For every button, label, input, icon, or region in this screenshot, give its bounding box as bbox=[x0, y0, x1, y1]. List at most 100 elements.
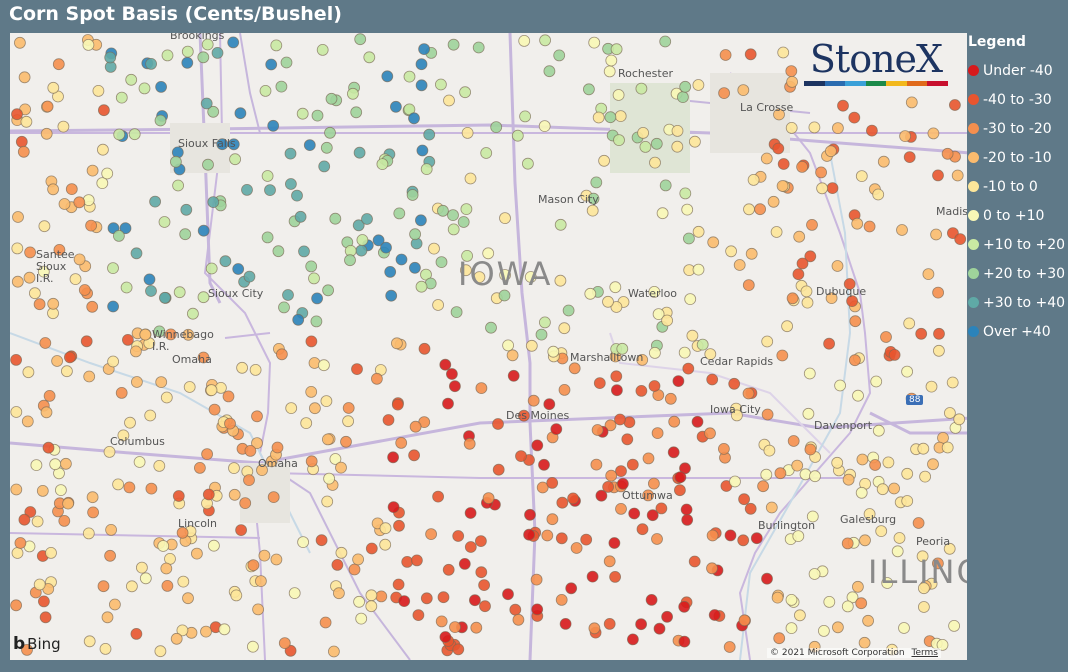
basis-point[interactable] bbox=[138, 82, 151, 95]
basis-point[interactable] bbox=[219, 255, 232, 268]
basis-point[interactable] bbox=[866, 124, 878, 137]
basis-point[interactable] bbox=[598, 154, 610, 167]
basis-point[interactable] bbox=[47, 297, 60, 310]
basis-point[interactable] bbox=[410, 554, 423, 567]
basis-point[interactable] bbox=[24, 246, 37, 259]
basis-point[interactable] bbox=[11, 275, 24, 288]
basis-point[interactable] bbox=[200, 97, 213, 110]
basis-point[interactable] bbox=[393, 207, 406, 220]
basis-point[interactable] bbox=[863, 220, 876, 233]
basis-point[interactable] bbox=[172, 179, 185, 192]
basis-point[interactable] bbox=[82, 527, 95, 540]
basis-point[interactable] bbox=[519, 110, 531, 123]
basis-point[interactable] bbox=[688, 555, 701, 568]
basis-point[interactable] bbox=[280, 56, 293, 69]
basis-point[interactable] bbox=[442, 397, 454, 410]
basis-point[interactable] bbox=[18, 71, 31, 84]
basis-point[interactable] bbox=[678, 635, 691, 648]
basis-point[interactable] bbox=[502, 588, 514, 601]
basis-point[interactable] bbox=[202, 488, 215, 501]
basis-point[interactable] bbox=[539, 316, 551, 329]
basis-point[interactable] bbox=[706, 373, 719, 386]
basis-point[interactable] bbox=[428, 242, 440, 255]
basis-point[interactable] bbox=[391, 398, 404, 411]
basis-point[interactable] bbox=[115, 386, 128, 399]
basis-point[interactable] bbox=[272, 245, 285, 258]
basis-point[interactable] bbox=[83, 635, 96, 648]
basis-point[interactable] bbox=[474, 535, 487, 548]
basis-point[interactable] bbox=[523, 528, 535, 541]
basis-point[interactable] bbox=[786, 292, 799, 305]
basis-point[interactable] bbox=[31, 515, 44, 528]
basis-point[interactable] bbox=[331, 559, 344, 571]
basis-point[interactable] bbox=[470, 621, 483, 634]
legend-item[interactable]: Under -40 bbox=[968, 56, 1068, 85]
basis-point[interactable] bbox=[222, 390, 235, 403]
basis-point[interactable] bbox=[809, 470, 821, 483]
basis-point[interactable] bbox=[898, 622, 910, 634]
basis-point[interactable] bbox=[933, 344, 945, 357]
basis-point[interactable] bbox=[133, 456, 146, 468]
basis-point[interactable] bbox=[677, 91, 689, 103]
basis-point[interactable] bbox=[261, 231, 274, 244]
basis-point[interactable] bbox=[932, 286, 944, 299]
basis-point[interactable] bbox=[107, 262, 119, 275]
basis-point[interactable] bbox=[447, 38, 460, 51]
basis-point[interactable] bbox=[479, 600, 491, 613]
basis-point[interactable] bbox=[485, 321, 497, 334]
basis-point[interactable] bbox=[265, 58, 278, 71]
basis-point[interactable] bbox=[365, 600, 378, 613]
basis-point[interactable] bbox=[567, 492, 579, 505]
basis-point[interactable] bbox=[155, 376, 168, 389]
basis-point[interactable] bbox=[796, 257, 809, 270]
basis-point[interactable] bbox=[130, 247, 143, 260]
basis-point[interactable] bbox=[202, 158, 214, 171]
basis-point[interactable] bbox=[686, 329, 699, 342]
basis-point[interactable] bbox=[672, 375, 685, 388]
basis-point[interactable] bbox=[409, 228, 422, 241]
basis-point[interactable] bbox=[832, 122, 844, 134]
basis-point[interactable] bbox=[754, 203, 766, 216]
basis-point[interactable] bbox=[158, 291, 171, 304]
basis-point[interactable] bbox=[728, 377, 741, 390]
basis-point[interactable] bbox=[120, 281, 133, 294]
basis-point[interactable] bbox=[243, 270, 256, 283]
basis-point[interactable] bbox=[247, 559, 260, 572]
basis-point[interactable] bbox=[725, 245, 737, 258]
basis-point[interactable] bbox=[531, 603, 544, 616]
basis-point[interactable] bbox=[460, 203, 473, 216]
basis-point[interactable] bbox=[109, 598, 121, 611]
basis-point[interactable] bbox=[776, 349, 789, 362]
basis-point[interactable] bbox=[628, 507, 641, 520]
basis-point[interactable] bbox=[321, 433, 334, 446]
basis-point[interactable] bbox=[20, 115, 33, 128]
basis-point[interactable] bbox=[852, 580, 864, 593]
basis-point[interactable] bbox=[729, 475, 741, 488]
basis-point[interactable] bbox=[86, 300, 99, 313]
basis-point[interactable] bbox=[64, 351, 76, 364]
basis-point[interactable] bbox=[145, 285, 157, 297]
basis-point[interactable] bbox=[414, 214, 427, 227]
basis-point[interactable] bbox=[870, 375, 883, 388]
basis-point[interactable] bbox=[139, 328, 152, 341]
basis-point[interactable] bbox=[609, 571, 621, 583]
basis-point[interactable] bbox=[522, 157, 534, 170]
basis-point[interactable] bbox=[605, 469, 618, 482]
basis-point[interactable] bbox=[707, 236, 720, 249]
basis-point[interactable] bbox=[944, 407, 956, 419]
basis-point[interactable] bbox=[261, 170, 274, 182]
basis-point[interactable] bbox=[392, 578, 405, 591]
basis-point[interactable] bbox=[85, 219, 97, 232]
basis-point[interactable] bbox=[718, 87, 730, 99]
basis-point[interactable] bbox=[58, 514, 71, 527]
basis-point[interactable] bbox=[179, 228, 192, 241]
basis-point[interactable] bbox=[87, 506, 99, 519]
basis-point[interactable] bbox=[855, 597, 868, 610]
basis-point[interactable] bbox=[236, 361, 249, 374]
basis-point[interactable] bbox=[951, 169, 964, 182]
basis-point[interactable] bbox=[837, 99, 849, 112]
basis-point[interactable] bbox=[416, 144, 429, 157]
basis-point[interactable] bbox=[738, 493, 750, 506]
basis-point[interactable] bbox=[10, 483, 23, 496]
basis-point[interactable] bbox=[872, 424, 885, 437]
